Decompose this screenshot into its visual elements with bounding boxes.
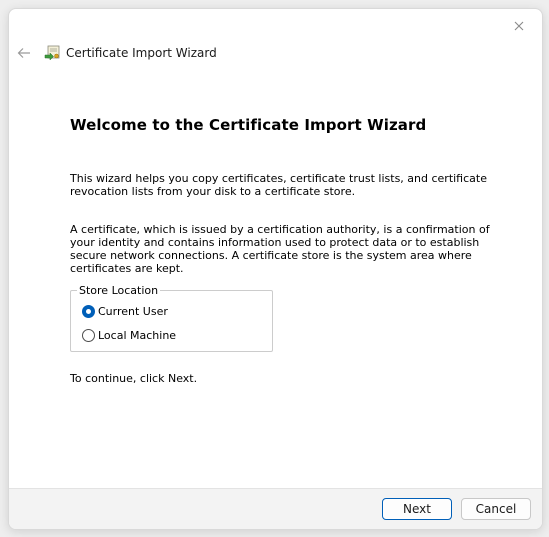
current-user-radio[interactable]: [82, 305, 95, 318]
local-machine-label: Local Machine: [98, 329, 177, 342]
next-button[interactable]: Next: [382, 498, 452, 520]
current-user-option[interactable]: Current User: [82, 305, 168, 318]
current-user-label: Current User: [98, 305, 168, 318]
local-machine-option[interactable]: Local Machine: [82, 329, 176, 342]
store-location-legend: Store Location: [77, 284, 161, 297]
intro-paragraph: This wizard helps you copy certificates,…: [70, 172, 487, 198]
back-arrow-icon: [17, 48, 30, 58]
certificate-description: A certificate, which is issued by a cert…: [70, 223, 490, 275]
store-location-group: Store Location Current User Local Machin…: [70, 284, 273, 352]
cancel-button[interactable]: Cancel: [461, 498, 531, 520]
close-icon: [514, 21, 524, 31]
wizard-window: Certificate Import Wizard Welcome to the…: [8, 8, 543, 530]
window-title: Certificate Import Wizard: [66, 46, 217, 60]
continue-instruction: To continue, click Next.: [70, 372, 198, 385]
page-heading: Welcome to the Certificate Import Wizard: [70, 116, 427, 134]
close-button[interactable]: [504, 13, 534, 39]
button-bar: Next Cancel: [9, 488, 542, 529]
back-button[interactable]: [13, 43, 35, 63]
local-machine-radio[interactable]: [82, 329, 95, 342]
certificate-icon: [44, 45, 60, 61]
